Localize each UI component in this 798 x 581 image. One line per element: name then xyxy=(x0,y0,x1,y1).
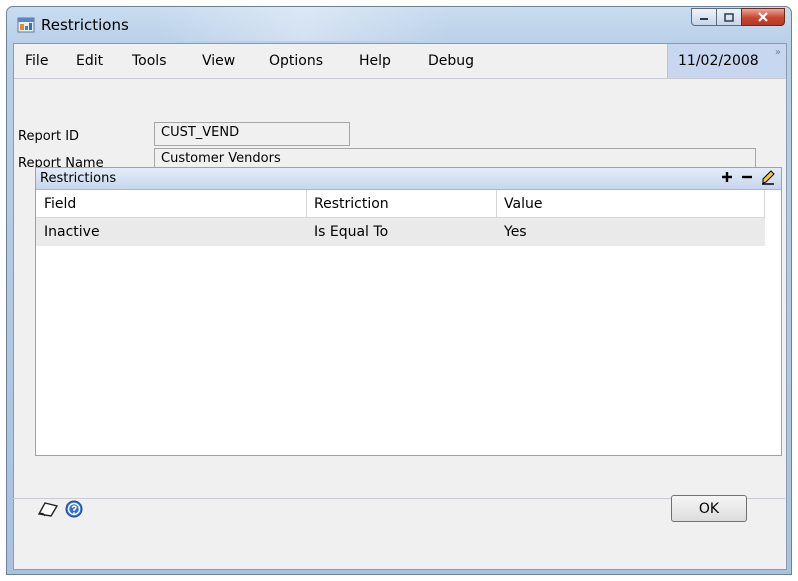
menu-options[interactable]: Options xyxy=(269,53,323,69)
cell-value: Yes xyxy=(504,224,527,240)
minus-icon[interactable] xyxy=(741,171,753,183)
title-glow xyxy=(157,7,447,41)
restrictions-panel: Restrictions Field Restriction Value Ina… xyxy=(35,167,782,456)
title-bar[interactable]: Restrictions xyxy=(7,7,791,43)
column-header-value[interactable]: Value xyxy=(504,196,542,212)
chevron-right-icon: » xyxy=(774,47,781,58)
help-icon[interactable] xyxy=(65,500,83,518)
plus-icon[interactable] xyxy=(721,171,733,183)
restrictions-panel-header: Restrictions xyxy=(36,168,781,190)
menu-debug[interactable]: Debug xyxy=(428,53,474,69)
menu-edit[interactable]: Edit xyxy=(76,53,103,69)
window-controls xyxy=(691,8,785,26)
table-row[interactable]: Inactive Is Equal To Yes xyxy=(36,218,765,246)
footer-icons xyxy=(37,500,83,518)
user-date-button[interactable]: 11/02/2008 » xyxy=(667,44,786,78)
close-button[interactable] xyxy=(741,8,785,26)
app-window-icon xyxy=(17,17,35,33)
restrictions-window: Restrictions File Edit Tools View Option… xyxy=(6,6,792,575)
menu-view[interactable]: View xyxy=(202,53,235,69)
maximize-icon xyxy=(724,12,734,22)
note-icon[interactable] xyxy=(37,500,59,518)
column-separator xyxy=(306,190,307,217)
panel-actions xyxy=(721,169,775,185)
maximize-button[interactable] xyxy=(716,8,742,26)
grid-header: Field Restriction Value xyxy=(36,190,765,218)
window-title: Restrictions xyxy=(41,16,129,34)
ok-button[interactable]: OK xyxy=(671,495,747,522)
cell-restriction: Is Equal To xyxy=(314,224,389,240)
user-date: 11/02/2008 xyxy=(678,53,759,69)
column-header-restriction[interactable]: Restriction xyxy=(314,196,389,212)
column-separator xyxy=(496,190,497,217)
menu-tools[interactable]: Tools xyxy=(132,53,167,69)
menu-file[interactable]: File xyxy=(25,53,48,69)
report-id-field: CUST_VEND xyxy=(154,122,350,146)
footer-divider xyxy=(13,498,785,499)
restrictions-panel-title: Restrictions xyxy=(40,171,117,186)
column-separator xyxy=(764,190,765,217)
minimize-icon xyxy=(700,18,708,20)
menu-bar: File Edit Tools View Options Help Debug … xyxy=(14,44,786,79)
report-id-label: Report ID xyxy=(18,129,80,144)
close-icon xyxy=(758,12,768,22)
menu-help[interactable]: Help xyxy=(359,53,391,69)
column-header-field[interactable]: Field xyxy=(44,196,76,212)
pencil-icon[interactable] xyxy=(761,169,775,185)
minimize-button[interactable] xyxy=(691,8,717,26)
cell-field: Inactive xyxy=(44,224,100,240)
